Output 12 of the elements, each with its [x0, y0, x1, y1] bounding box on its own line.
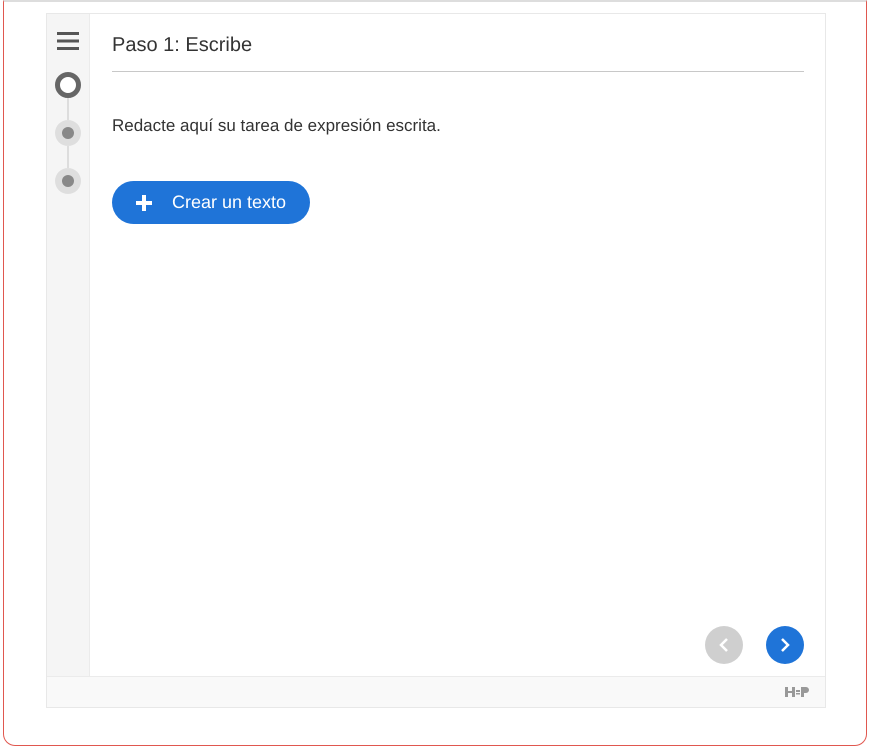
- chevron-right-icon: [779, 637, 791, 653]
- logo-icon[interactable]: [785, 687, 809, 697]
- instructions-text: Redacte aquí su tarea de expresión escrita.: [112, 116, 442, 136]
- next-button[interactable]: [766, 626, 804, 664]
- step-indicator[interactable]: [55, 120, 81, 146]
- create-text-button[interactable]: Crear un texto: [112, 181, 310, 224]
- chevron-left-icon: [718, 637, 730, 653]
- step-indicator[interactable]: [55, 72, 81, 98]
- plus-icon: [136, 194, 152, 210]
- step-title: Paso 1: Escribe: [112, 34, 804, 72]
- menu-icon[interactable]: [57, 32, 79, 50]
- step-indicator[interactable]: [55, 168, 81, 194]
